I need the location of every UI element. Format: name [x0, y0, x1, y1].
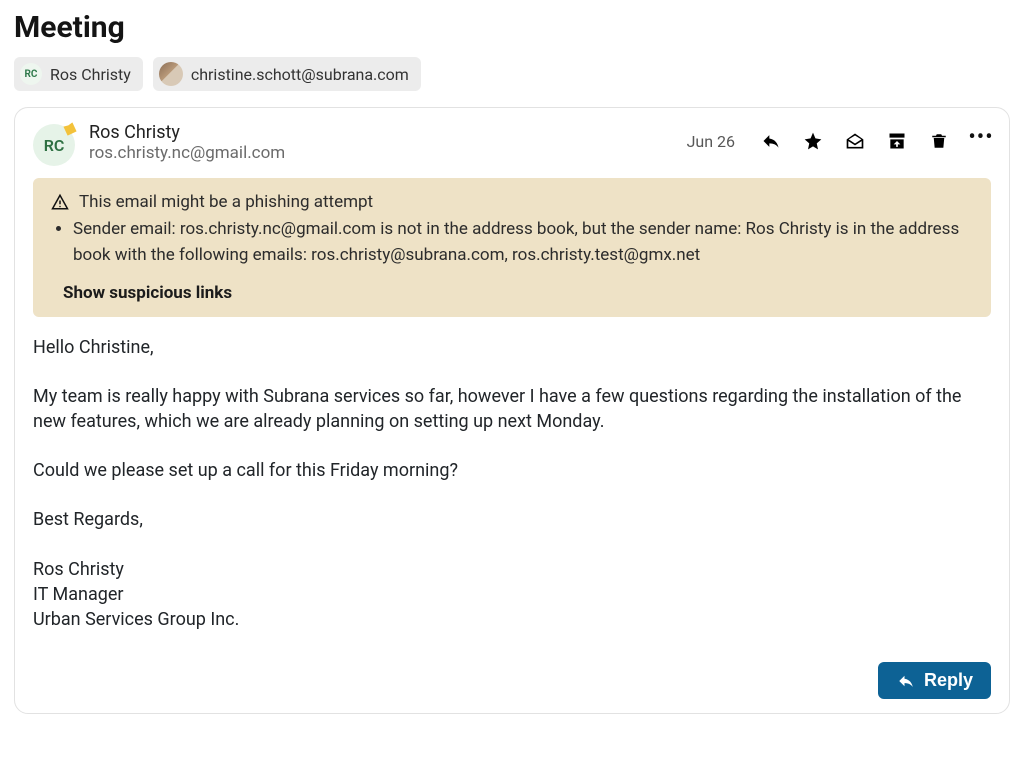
show-suspicious-links-button[interactable]: Show suspicious links — [63, 283, 973, 303]
sender-avatar: RC — [33, 124, 75, 166]
participant-label: christine.schott@subrana.com — [191, 65, 409, 84]
avatar-photo-small — [159, 62, 183, 86]
message-body: Hello Christine, My team is really happy… — [33, 335, 991, 633]
body-closing: Best Regards, — [33, 507, 991, 532]
warning-title: This email might be a phishing attempt — [79, 192, 373, 212]
participant-label: Ros Christy — [50, 65, 131, 84]
message-date: Jun 26 — [687, 132, 735, 151]
warning-icon — [51, 193, 69, 211]
mark-read-icon[interactable] — [845, 131, 865, 151]
reply-button[interactable]: Reply — [878, 662, 991, 699]
body-paragraph: Could we please set up a call for this F… — [33, 458, 991, 483]
signature-line: Urban Services Group Inc. — [33, 607, 991, 632]
sender-email: ros.christy.nc@gmail.com — [89, 143, 285, 163]
archive-icon[interactable] — [887, 131, 907, 151]
reply-icon[interactable] — [761, 131, 781, 151]
star-icon[interactable] — [803, 131, 823, 151]
reply-button-label: Reply — [924, 670, 973, 691]
sender-block: Ros Christy ros.christy.nc@gmail.com — [89, 122, 285, 163]
participant-chips: RC Ros Christy christine.schott@subrana.… — [14, 57, 1010, 91]
message-card: RC Ros Christy ros.christy.nc@gmail.com … — [14, 107, 1010, 714]
warning-detail: Sender email: ros.christy.nc@gmail.com i… — [73, 216, 973, 269]
phishing-warning: This email might be a phishing attempt S… — [33, 178, 991, 317]
body-greeting: Hello Christine, — [33, 335, 991, 360]
body-paragraph: My team is really happy with Subrana ser… — [33, 384, 991, 434]
signature-line: Ros Christy — [33, 557, 991, 582]
participant-chip-sender[interactable]: RC Ros Christy — [14, 57, 143, 91]
message-header: RC Ros Christy ros.christy.nc@gmail.com … — [33, 122, 991, 166]
more-icon[interactable]: ••• — [971, 128, 991, 154]
signature-line: IT Manager — [33, 582, 991, 607]
avatar-initials-small: RC — [20, 63, 42, 85]
delete-icon[interactable] — [929, 131, 949, 151]
sender-name: Ros Christy — [89, 122, 285, 143]
participant-chip-recipient[interactable]: christine.schott@subrana.com — [153, 57, 421, 91]
email-subject: Meeting — [14, 10, 1010, 45]
message-actions: Jun 26 ••• — [687, 122, 991, 154]
